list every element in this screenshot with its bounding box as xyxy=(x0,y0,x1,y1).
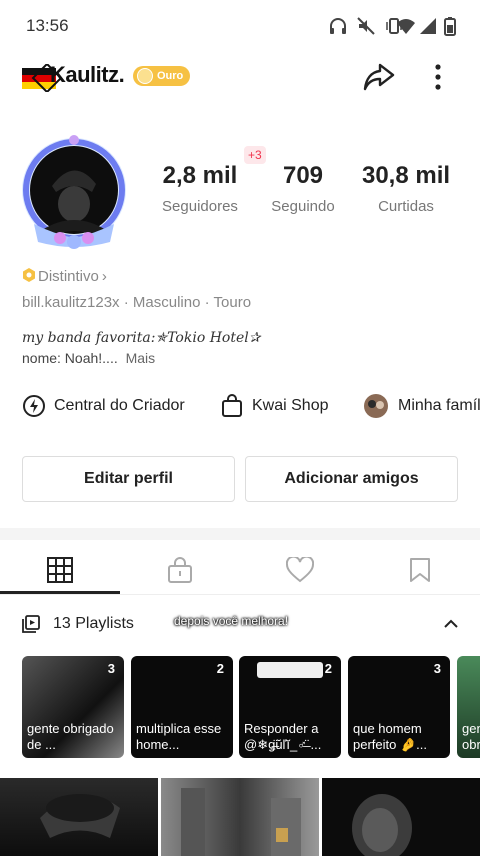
playlist-card[interactable]: 2 multiplica esse home... xyxy=(131,656,233,758)
bio-line-2: nome: Noah!.... Mais xyxy=(22,350,155,366)
heart-icon xyxy=(286,557,314,583)
playlist-caption: que homem perfeito 🤌... xyxy=(353,721,427,752)
video-thumbnail[interactable] xyxy=(322,778,480,856)
add-friends-button[interactable]: Adicionar amigos xyxy=(245,456,458,502)
bio-line-1: my banda favorita:✯Tokio Hotel✰ xyxy=(22,330,261,346)
avatar[interactable] xyxy=(14,134,134,252)
thumbnail-image xyxy=(40,794,120,838)
playlist-card[interactable]: 3 que homem perfeito 🤌... xyxy=(348,656,450,758)
chevron-right-icon: › xyxy=(101,268,107,285)
followers-label: Seguidores xyxy=(162,198,238,215)
playlist-count: 3 xyxy=(107,661,115,676)
reply-sticker xyxy=(257,662,323,678)
tab-private[interactable] xyxy=(120,548,240,592)
playlist-card[interactable]: gen obr xyxy=(457,656,480,758)
avatar-frame xyxy=(22,135,126,249)
profile-handle: bill.kaulitz123x xyxy=(22,294,120,311)
followers-count: 2,8 mil xyxy=(162,162,238,189)
bio-more-link[interactable]: Mais xyxy=(126,350,156,366)
following-label: Seguindo xyxy=(271,198,335,215)
signal-icon xyxy=(420,18,436,34)
gold-level-badge[interactable]: Ouro xyxy=(133,66,191,86)
likes-label: Curtidas xyxy=(378,198,434,215)
playlist-caption: gen obr xyxy=(462,721,480,752)
playlist-caption: gente obrigado de ... xyxy=(27,721,114,752)
bio-text: nome: Noah!.... xyxy=(22,350,118,366)
gold-coin-icon xyxy=(137,68,153,84)
username: Kaulitz. xyxy=(50,62,125,87)
tab-saved[interactable] xyxy=(360,548,480,592)
video-thumbnail[interactable] xyxy=(161,778,319,856)
shortcut-label: Central do Criador xyxy=(54,397,185,414)
playlist-caption: Responder a @❄ǥ̶̈ŭľĭ_♂̶̈ ... xyxy=(244,721,322,752)
mute-icon xyxy=(357,17,375,35)
likes-stat[interactable]: 30,8 mil Curtidas xyxy=(350,162,462,215)
battery-icon xyxy=(444,17,456,36)
playlist-icon xyxy=(22,615,40,633)
family-shortcut[interactable]: Minha família xyxy=(362,394,480,418)
more-options-icon[interactable] xyxy=(428,62,448,92)
share-icon[interactable] xyxy=(362,60,396,94)
following-count: 709 xyxy=(282,162,324,189)
edit-profile-button[interactable]: Editar perfil xyxy=(22,456,235,502)
thumbnail-image xyxy=(181,788,301,856)
status-time: 13:56 xyxy=(26,16,69,35)
section-divider xyxy=(0,528,480,540)
playlist-card[interactable]: 3 gente obrigado de ... xyxy=(22,656,124,758)
followers-stat[interactable]: 2,8 mil Seguidores xyxy=(150,162,250,215)
creator-center-shortcut[interactable]: Central do Criador xyxy=(22,394,185,418)
playlist-count: 3 xyxy=(433,661,441,676)
playlists-title: 13 Playlists xyxy=(53,615,134,632)
shop-bag-icon xyxy=(222,394,242,417)
profile-top-bar: Kaulitz. Ouro xyxy=(0,52,480,108)
status-bar: 13:56 xyxy=(0,0,480,52)
tabs-divider xyxy=(0,594,480,595)
badge-hexagon-icon xyxy=(23,268,35,282)
playlists-header[interactable]: 13 Playlists depois você melhora! xyxy=(0,608,480,640)
tab-liked[interactable] xyxy=(240,548,360,592)
kwai-shop-shortcut[interactable]: Kwai Shop xyxy=(220,394,329,418)
overlay-sticker-text: depois você melhora! xyxy=(174,614,289,628)
creator-icon xyxy=(23,395,45,417)
shortcut-label: Kwai Shop xyxy=(252,397,329,414)
wifi-icon xyxy=(397,19,415,34)
bookmark-icon xyxy=(410,558,430,582)
playlist-count: 2 xyxy=(324,661,332,676)
playlist-caption: multiplica esse home... xyxy=(136,721,222,752)
meta-separator: · xyxy=(204,294,214,311)
following-stat[interactable]: 709 Seguindo xyxy=(262,162,344,215)
meta-separator: · xyxy=(123,294,133,311)
headphones-icon xyxy=(330,18,346,34)
badge-label: Ouro xyxy=(157,70,184,82)
grid-icon xyxy=(47,557,73,583)
shortcut-label: Minha família xyxy=(398,397,480,414)
lock-icon xyxy=(168,557,192,583)
playlist-card[interactable]: 2 Responder a @❄ǥ̶̈ŭľĭ_♂̶̈ ... xyxy=(239,656,341,758)
profile-meta: bill.kaulitz123x · Masculino · Touro xyxy=(22,294,251,311)
thumbnail-image xyxy=(352,794,412,856)
playlist-count: 2 xyxy=(216,661,224,676)
profile-zodiac: Touro xyxy=(213,294,252,311)
video-thumbnail[interactable] xyxy=(0,778,158,856)
tab-posts[interactable] xyxy=(0,548,120,592)
likes-count: 30,8 mil xyxy=(361,162,451,189)
distintivo-link[interactable]: Distintivo › xyxy=(22,268,107,285)
family-avatar-icon xyxy=(364,394,388,418)
distintivo-label: Distintivo xyxy=(38,268,99,285)
chevron-up-icon[interactable] xyxy=(443,616,459,632)
profile-gender: Masculino xyxy=(132,294,201,311)
